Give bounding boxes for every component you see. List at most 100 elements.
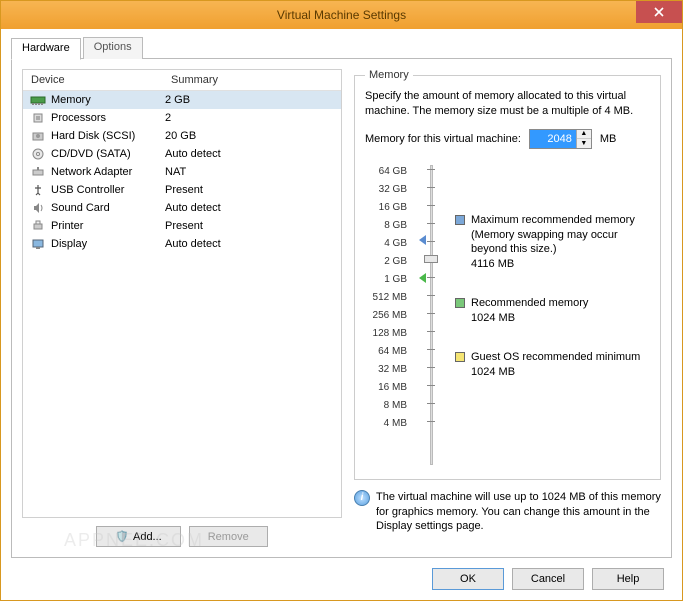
tick-mark [427, 349, 435, 350]
device-row-printer[interactable]: PrinterPresent [23, 217, 341, 235]
device-summary: Auto detect [161, 202, 341, 214]
cpu-icon [29, 111, 47, 125]
device-name: Printer [51, 220, 161, 232]
tick-label: 4 GB [384, 235, 407, 253]
hdd-icon [29, 129, 47, 143]
watermark: APPNEE.COM [64, 530, 204, 551]
memory-unit: MB [600, 133, 617, 145]
tick-label: 16 MB [378, 379, 407, 397]
memory-legend: Maximum recommended memory (Memory swapp… [455, 163, 650, 469]
device-name: Memory [51, 94, 161, 106]
legend-rec-text: Recommended memory 1024 MB [471, 296, 588, 326]
footer-buttons: OK Cancel Help [11, 558, 672, 590]
device-name: USB Controller [51, 184, 161, 196]
tick-label: 2 GB [384, 253, 407, 271]
legend-max-label: Maximum recommended memory [471, 213, 650, 228]
device-row-sound[interactable]: Sound CardAuto detect [23, 199, 341, 217]
device-row-memory[interactable]: Memory2 GB [23, 91, 341, 109]
device-summary: 2 [161, 112, 341, 124]
swatch-green-icon [455, 298, 465, 308]
tab-options[interactable]: Options [83, 37, 143, 59]
tab-hardware[interactable]: Hardware [11, 38, 81, 60]
legend-max-text: Maximum recommended memory (Memory swapp… [471, 213, 650, 272]
tick-mark [427, 187, 435, 188]
tick-label: 1 GB [384, 271, 407, 289]
device-summary: NAT [161, 166, 341, 178]
titlebar: Virtual Machine Settings [1, 1, 682, 29]
cancel-button[interactable]: Cancel [512, 568, 584, 590]
column-device: Device [23, 70, 163, 90]
tick-label: 16 GB [379, 199, 407, 217]
legend-max-note: (Memory swapping may occur beyond this s… [471, 228, 650, 258]
settings-window: Virtual Machine Settings Hardware Option… [0, 0, 683, 601]
device-summary: Present [161, 184, 341, 196]
tick-label: 256 MB [373, 307, 407, 325]
tick-label: 8 GB [384, 217, 407, 235]
device-summary: Present [161, 220, 341, 232]
device-name: Sound Card [51, 202, 161, 214]
memory-group-legend: Memory [365, 69, 413, 81]
tick-mark [427, 313, 435, 314]
tick-mark [427, 403, 435, 404]
device-name: CD/DVD (SATA) [51, 148, 161, 160]
legend-min-label: Guest OS recommended minimum [471, 350, 640, 365]
device-name: Processors [51, 112, 161, 124]
device-row-net[interactable]: Network AdapterNAT [23, 163, 341, 181]
tick-mark [427, 385, 435, 386]
device-summary: Auto detect [161, 238, 341, 250]
left-panel: Device Summary Memory2 GBProcessors2Hard… [22, 69, 342, 547]
info-icon: i [354, 490, 370, 506]
close-button[interactable] [636, 1, 682, 23]
legend-max: Maximum recommended memory (Memory swapp… [455, 213, 650, 272]
legend-min: Guest OS recommended minimum 1024 MB [455, 350, 650, 380]
tick-mark [427, 367, 435, 368]
device-row-hdd[interactable]: Hard Disk (SCSI)20 GB [23, 127, 341, 145]
tick-mark [427, 295, 435, 296]
tick-label: 512 MB [373, 289, 407, 307]
max-marker-icon [419, 235, 426, 245]
device-row-usb[interactable]: USB ControllerPresent [23, 181, 341, 199]
device-row-cd[interactable]: CD/DVD (SATA)Auto detect [23, 145, 341, 163]
tick-mark [427, 169, 435, 170]
sound-icon [29, 201, 47, 215]
device-summary: Auto detect [161, 148, 341, 160]
device-summary: 2 GB [161, 94, 341, 106]
right-panel: Memory Specify the amount of memory allo… [354, 69, 661, 547]
spinner-up[interactable]: ▲ [577, 130, 591, 139]
ok-button[interactable]: OK [432, 568, 504, 590]
tab-strip: Hardware Options [11, 37, 672, 59]
legend-rec-label: Recommended memory [471, 296, 588, 311]
swatch-yellow-icon [455, 352, 465, 362]
device-name: Network Adapter [51, 166, 161, 178]
tick-mark [427, 241, 435, 242]
window-title: Virtual Machine Settings [277, 8, 406, 22]
legend-rec-value: 1024 MB [471, 311, 588, 326]
device-row-display[interactable]: DisplayAuto detect [23, 235, 341, 253]
tick-label: 64 GB [379, 163, 407, 181]
memory-spinner[interactable]: ▲ ▼ [529, 129, 592, 149]
tick-label: 4 MB [384, 415, 407, 433]
rec-marker-icon [419, 273, 426, 283]
spinner-down[interactable]: ▼ [577, 139, 591, 148]
column-summary: Summary [163, 70, 341, 90]
slider-thumb[interactable] [424, 255, 438, 263]
usb-icon [29, 183, 47, 197]
tick-label: 64 MB [378, 343, 407, 361]
tick-label: 32 MB [378, 361, 407, 379]
info-row: i The virtual machine will use up to 102… [354, 490, 661, 535]
tick-label: 128 MB [373, 325, 407, 343]
info-text: The virtual machine will use up to 1024 … [376, 490, 661, 535]
window-body: Hardware Options Device Summary Memory2 … [1, 29, 682, 600]
device-name: Hard Disk (SCSI) [51, 130, 161, 142]
memory-input[interactable] [530, 130, 576, 148]
memory-input-row: Memory for this virtual machine: ▲ ▼ MB [365, 129, 650, 149]
tick-label: 8 MB [384, 397, 407, 415]
device-row-cpu[interactable]: Processors2 [23, 109, 341, 127]
memory-description: Specify the amount of memory allocated t… [365, 89, 650, 119]
device-list-header: Device Summary [23, 70, 341, 91]
swatch-blue-icon [455, 215, 465, 225]
help-button[interactable]: Help [592, 568, 664, 590]
spinner-buttons: ▲ ▼ [576, 130, 591, 148]
legend-rec: Recommended memory 1024 MB [455, 296, 650, 326]
slider-track[interactable] [430, 165, 433, 465]
